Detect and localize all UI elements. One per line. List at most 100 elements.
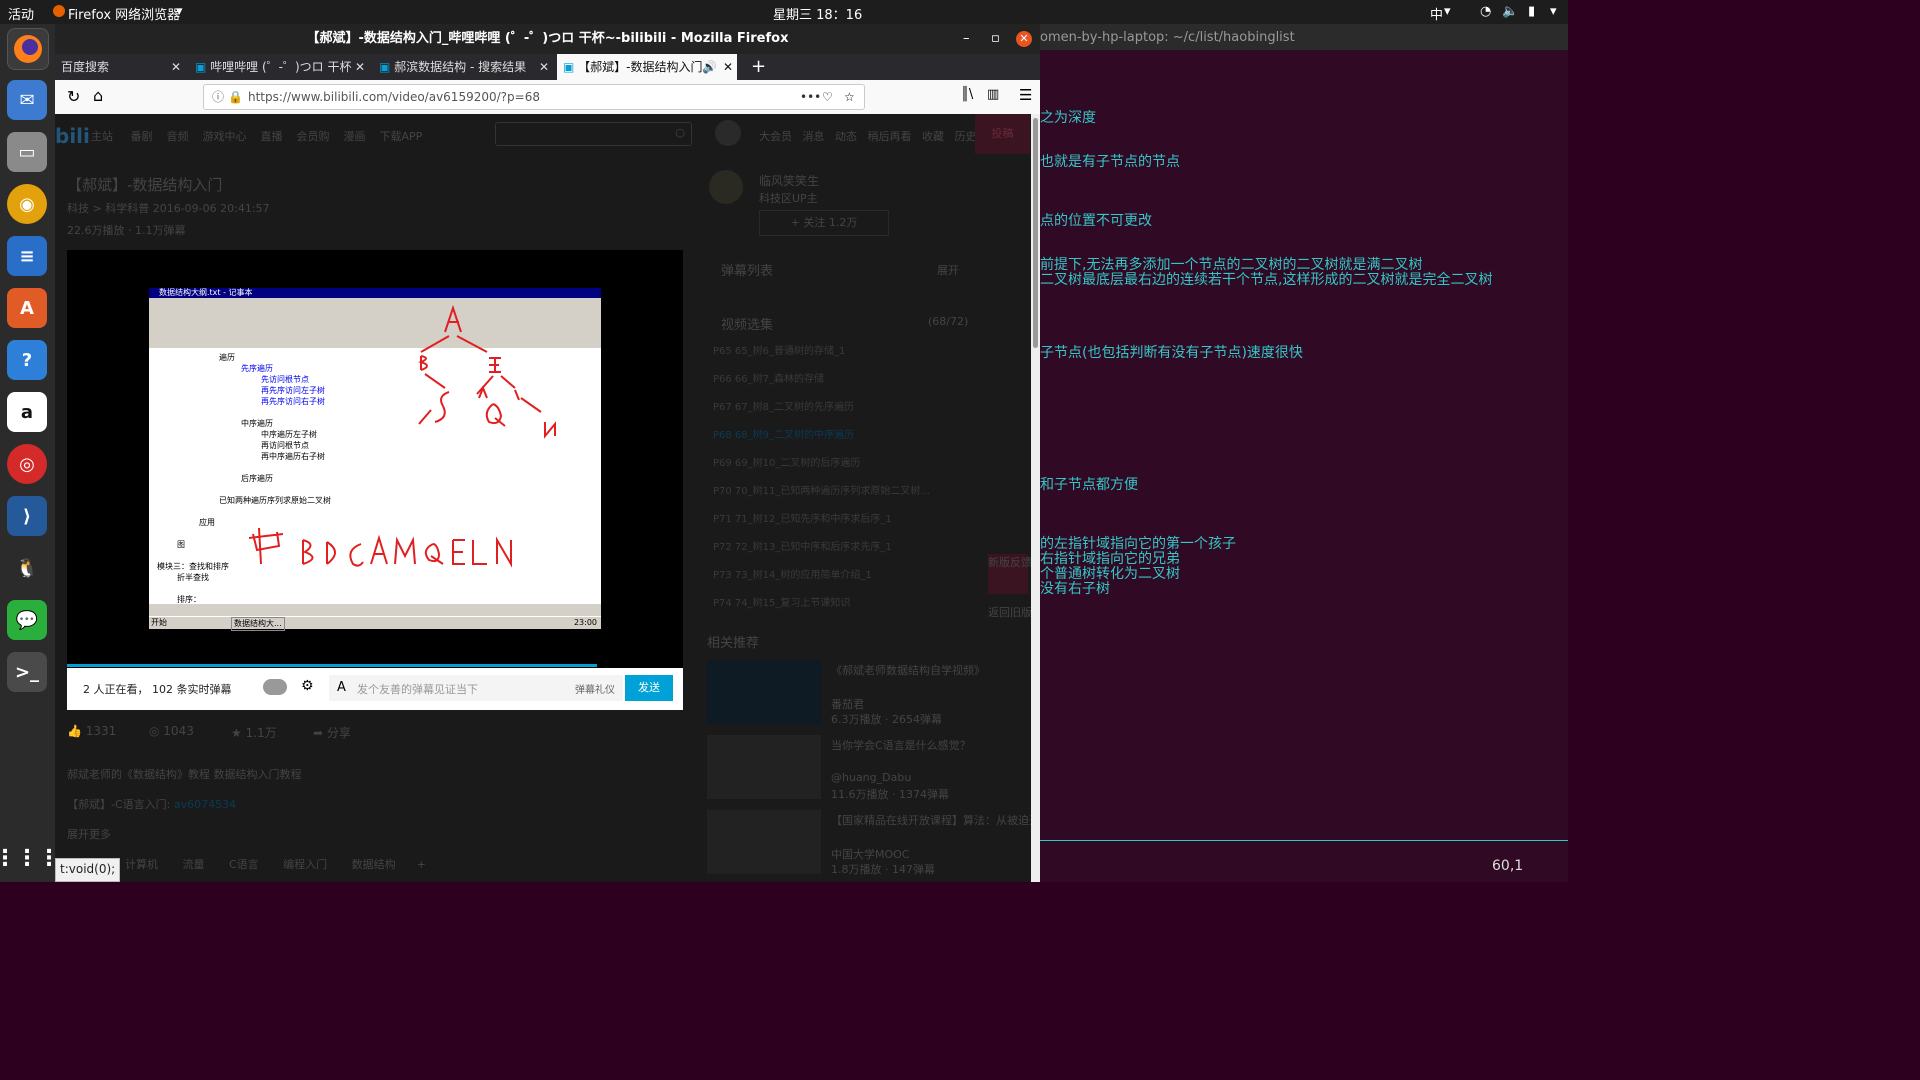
show-apps-icon[interactable]: ⋮⋮⋮ (0, 838, 60, 878)
minimize-button[interactable]: – (963, 24, 970, 54)
close-icon[interactable]: ✕ (536, 54, 549, 80)
favorite-button[interactable]: ★ 1.1万 (231, 724, 277, 741)
tag[interactable]: 计算机 (125, 858, 158, 871)
video-frame[interactable]: 数据结构大纲.txt - 记事本 遍历 先序遍历 先访问根节点 再先序访问左子树… (149, 288, 601, 631)
terminal-window[interactable]: omen-by-hp-laptop: ~/c/list/haobinglist … (1040, 24, 1568, 882)
episode-item[interactable]: P72 72_树13_已知中序和后序求先序_1 (713, 538, 892, 553)
episode-item[interactable]: P66 66_树7_森林的存储 (713, 370, 824, 385)
chevron-down-icon[interactable]: ▾ (1550, 4, 1557, 19)
help-icon[interactable]: ? (7, 340, 47, 380)
tab-baidu[interactable]: 百度搜索 ✕ (55, 54, 185, 80)
nav-item[interactable]: 番剧 (130, 130, 152, 143)
wifi-icon[interactable]: ◔ (1480, 4, 1491, 19)
old-version-button[interactable]: 返回旧版 (988, 604, 1032, 634)
lock-icon[interactable]: 🔒 (228, 85, 243, 109)
uploader-avatar[interactable] (709, 170, 743, 204)
user-nav-item[interactable]: 消息 (803, 130, 825, 143)
expand-more[interactable]: 展开更多 (67, 826, 111, 842)
user-nav-item[interactable]: 动态 (835, 130, 857, 143)
chevron-down-icon[interactable]: ▾ (1444, 4, 1451, 19)
nav-item[interactable]: 下载APP (379, 130, 422, 143)
danmaku-list-title[interactable]: 弹幕列表 (721, 260, 773, 279)
tag[interactable]: 编程入门 (283, 858, 327, 871)
like-button[interactable]: 👍 1331 (67, 724, 116, 738)
reload-icon[interactable]: ↻ (67, 87, 80, 106)
clock[interactable]: 星期三 18：16 (773, 4, 862, 23)
related-thumbnail[interactable] (707, 660, 821, 724)
uploader-name[interactable]: 临风笑笑生 (759, 172, 819, 189)
add-tag-button[interactable]: + (417, 858, 426, 871)
firefox-icon[interactable] (7, 28, 49, 70)
writer-icon[interactable]: ≡ (7, 236, 47, 276)
rhythmbox-icon[interactable]: ◉ (7, 184, 47, 224)
episode-item[interactable]: P74 74_树15_复习上节课知识 (713, 594, 850, 609)
tag[interactable]: C语言 (229, 858, 259, 871)
user-nav-item[interactable]: 历史 (955, 130, 977, 143)
nav-item[interactable]: 会员购 (296, 130, 329, 143)
scrollbar[interactable] (1031, 114, 1040, 882)
menu-icon[interactable]: ☰ (1019, 86, 1032, 104)
send-button[interactable]: 发送 (625, 675, 673, 701)
coin-button[interactable]: ◎ 1043 (149, 724, 194, 738)
related-video-author[interactable]: @huang_Dabu (831, 771, 911, 784)
activities-button[interactable]: 活动 (8, 4, 34, 23)
related-thumbnail[interactable] (707, 735, 821, 799)
scrollbar-thumb[interactable] (1033, 118, 1038, 348)
wechat-icon[interactable]: 💬 (7, 600, 47, 640)
netease-music-icon[interactable]: ◎ (7, 444, 47, 484)
vscode-icon[interactable]: ⟩ (7, 496, 47, 536)
close-icon[interactable]: ✕ (723, 54, 733, 80)
danmaku-etiquette-link[interactable]: 弹幕礼仪 (575, 681, 615, 696)
amazon-icon[interactable]: a (7, 392, 47, 432)
nav-item[interactable]: 漫画 (343, 130, 365, 143)
feedback-button[interactable]: 新版反馈 (988, 554, 1032, 594)
maximize-button[interactable]: ▫ (991, 24, 1000, 54)
search-input[interactable]: ○ (495, 122, 692, 146)
bilibili-logo[interactable]: bili (55, 124, 90, 148)
user-nav-item[interactable]: 稍后再看 (868, 130, 912, 143)
related-video-author[interactable]: 番茄君 (831, 696, 864, 712)
tab-bilibili-home[interactable]: ▣ 哔哩哔哩 (゜-゜)つロ 干杯 ✕ (189, 54, 369, 80)
qq-icon[interactable]: 🐧 (7, 548, 47, 588)
info-icon[interactable]: ⓘ (212, 85, 224, 109)
search-icon[interactable]: ○ (675, 126, 685, 139)
tag[interactable]: 流量 (182, 858, 204, 871)
episode-item-current[interactable]: P68 68_树9_二叉树的中序遍历 (713, 426, 854, 441)
nav-item[interactable]: 游戏中心 (202, 130, 246, 143)
tab-search-results[interactable]: ▣ 郝滨数据结构 - 搜索结果 ✕ (373, 54, 553, 80)
danmaku-settings-icon[interactable]: ⚙ (301, 678, 314, 694)
progress-bar[interactable] (67, 664, 597, 667)
related-video-title[interactable]: 【国家精品在线开放课程】算法：从被迫开MOOC，到 (831, 812, 1040, 828)
close-icon[interactable]: ✕ (352, 54, 365, 80)
user-nav-item[interactable]: 大会员 (759, 130, 792, 143)
video-player[interactable]: 数据结构大纲.txt - 记事本 遍历 先序遍历 先访问根节点 再先序访问左子树… (67, 250, 683, 668)
avatar[interactable] (715, 120, 741, 146)
follow-button[interactable]: + 关注 1.2万 (759, 210, 889, 236)
pocket-icon[interactable]: ♡ (822, 85, 833, 109)
volume-icon[interactable]: 🔈 (1502, 4, 1518, 19)
related-video-author[interactable]: 中国大学MOOC (831, 846, 910, 862)
episode-item[interactable]: P67 67_树8_二叉树的先序遍历 (713, 398, 854, 413)
audio-playing-icon[interactable]: 🔊 (702, 54, 717, 80)
share-button[interactable]: ➦ 分享 (313, 724, 351, 741)
text-style-icon[interactable]: A (337, 680, 346, 695)
close-button[interactable]: ✕ (1016, 31, 1032, 47)
related-video-title[interactable]: 《郝斌老师数据结构自学视频》 (831, 662, 985, 678)
sidebar-icon[interactable]: ▥ (987, 87, 999, 102)
library-icon[interactable]: ║\ (961, 87, 973, 102)
url-bar[interactable]: ⓘ 🔒 https://www.bilibili.com/video/av615… (203, 84, 865, 110)
upload-button[interactable]: 投稿 (975, 114, 1030, 154)
nav-item[interactable]: 音频 (166, 130, 188, 143)
tag[interactable]: 数据结构 (352, 858, 396, 871)
nav-item[interactable]: 直播 (260, 130, 282, 143)
software-icon[interactable]: A (7, 288, 47, 328)
nav-item[interactable]: 主站 (91, 130, 113, 143)
episode-item[interactable]: P65 65_树6_普通树的存储_1 (713, 342, 845, 357)
danmaku-expand[interactable]: 展开 (937, 262, 959, 278)
terminal-icon[interactable]: >_ (7, 652, 47, 692)
episode-item[interactable]: P69 69_树10_二叉树的后序遍历 (713, 454, 860, 469)
bookmark-star-icon[interactable]: ☆ (844, 85, 855, 109)
episode-item[interactable]: P70 70_树11_已知两种遍历序列求原始二叉树... (713, 482, 930, 497)
input-method-indicator[interactable]: 中 (1430, 4, 1443, 23)
episode-item[interactable]: P73 73_树14_树的应用简单介绍_1 (713, 566, 872, 581)
